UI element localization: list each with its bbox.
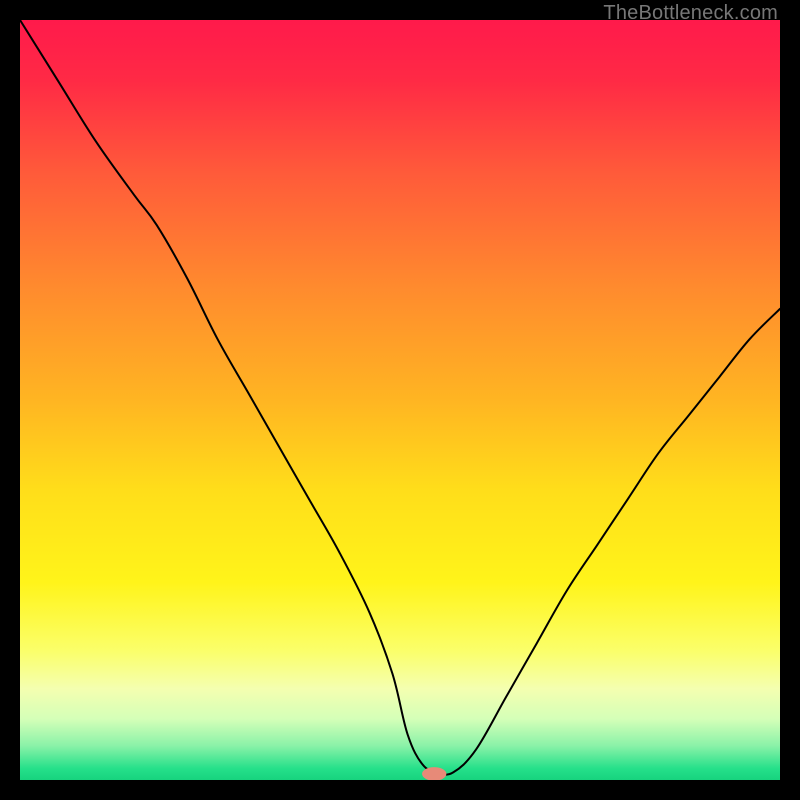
chart-frame: TheBottleneck.com: [0, 0, 800, 800]
plot-area: [20, 20, 780, 780]
chart-svg: [20, 20, 780, 780]
gradient-background: [20, 20, 780, 780]
watermark-text: TheBottleneck.com: [603, 2, 778, 25]
